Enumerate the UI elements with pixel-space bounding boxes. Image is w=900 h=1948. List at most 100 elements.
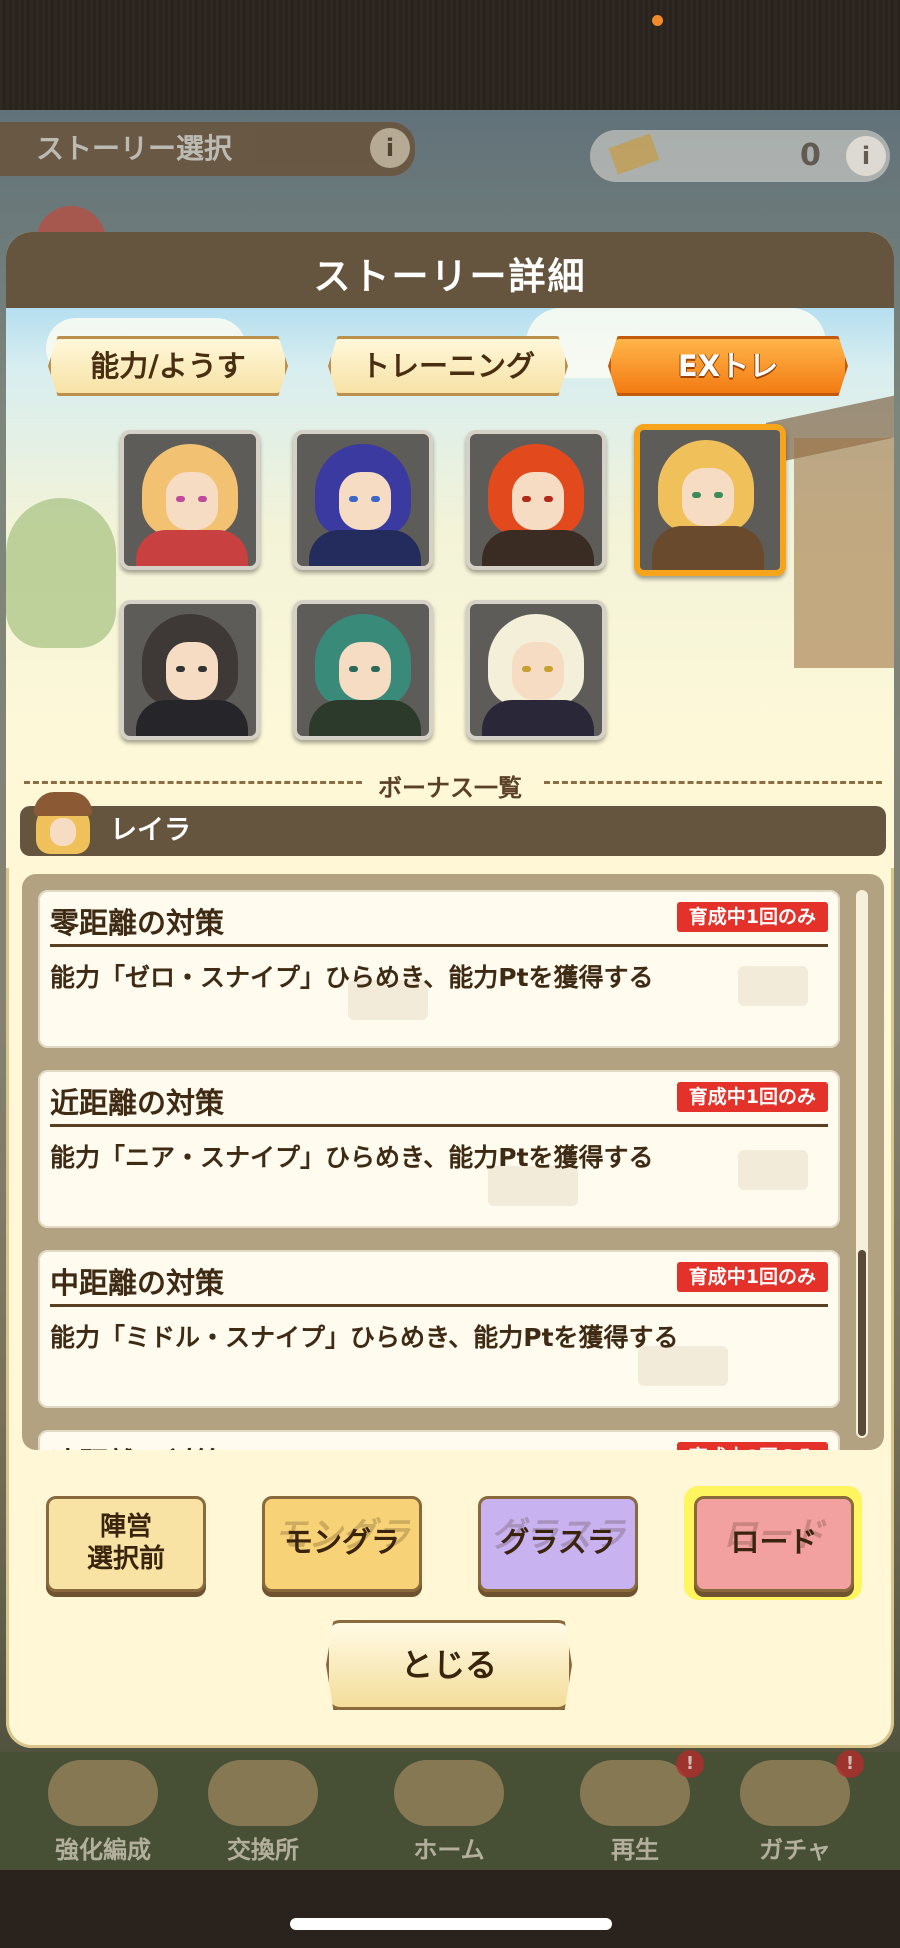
modal-header: ストーリー詳細 xyxy=(6,232,894,308)
bonus-card: 近距離の対策 育成中1回のみ 能力「ニア・スナイプ」ひらめき、能力Ptを獲得する xyxy=(38,1070,840,1228)
character-portrait-6[interactable] xyxy=(293,600,433,740)
bonus-card: 中距離の対策 育成中1回のみ 能力「ミドル・スナイプ」ひらめき、能力Ptを獲得す… xyxy=(38,1250,840,1408)
portrait-face xyxy=(512,472,564,530)
background-info-icon: i xyxy=(370,128,410,168)
exchange-icon xyxy=(208,1760,318,1826)
nav-label: ガチャ xyxy=(759,1836,831,1864)
portrait-eye xyxy=(176,666,185,672)
portrait-face xyxy=(339,472,391,530)
bonus-card: 零距離の対策 育成中1回のみ 能力「ゼロ・スナイプ」ひらめき、能力Ptを獲得する xyxy=(38,890,840,1048)
bonus-description: 能力「ミドル・スナイプ」ひらめき、能力Ptを獲得する xyxy=(50,1323,679,1352)
route-button-mongura[interactable]: モングラ モングラ xyxy=(262,1496,422,1592)
portrait-body xyxy=(652,526,764,570)
icon-face xyxy=(50,818,76,846)
portrait-face xyxy=(166,472,218,530)
portrait-eye xyxy=(349,666,358,672)
icon-hat xyxy=(34,792,92,816)
portrait-eye xyxy=(176,496,185,502)
portrait-eye xyxy=(544,496,553,502)
status-bar xyxy=(0,0,900,110)
notification-badge: ! xyxy=(836,1750,864,1778)
nav-item-enhance: 強化編成 xyxy=(38,1760,168,1864)
home-icon xyxy=(394,1760,504,1826)
card-divider xyxy=(50,944,828,947)
bonus-list[interactable]: 零距離の対策 育成中1回のみ 能力「ゼロ・スナイプ」ひらめき、能力Ptを獲得する… xyxy=(22,874,884,1450)
once-per-training-badge: 育成中1回のみ xyxy=(676,1262,828,1292)
portrait-eye xyxy=(198,666,207,672)
notification-badge: ! xyxy=(676,1750,704,1778)
card-divider xyxy=(50,1124,828,1127)
portrait-eye xyxy=(692,492,701,498)
portrait-face xyxy=(166,642,218,700)
portrait-eye xyxy=(349,496,358,502)
portrait-eye xyxy=(714,492,723,498)
portrait-body xyxy=(482,700,594,736)
barn-decoration xyxy=(794,438,894,668)
modal-title: ストーリー詳細 xyxy=(313,255,587,298)
route-label: ロード xyxy=(730,1525,818,1559)
bonus-title: 零距離の対策 xyxy=(50,906,225,940)
portrait-face xyxy=(512,642,564,700)
nav-label: 交換所 xyxy=(227,1836,299,1864)
gacha-icon xyxy=(740,1760,850,1826)
card-divider xyxy=(50,1304,828,1307)
enhance-icon xyxy=(48,1760,158,1826)
portrait-face xyxy=(682,468,734,526)
bonus-description: 能力「ニア・スナイプ」ひらめき、能力Ptを獲得する xyxy=(50,1143,654,1172)
character-portrait-3[interactable] xyxy=(466,430,606,570)
once-per-training-badge: 育成中1回のみ xyxy=(676,902,828,932)
scrollbar-thumb[interactable] xyxy=(858,1250,866,1436)
privacy-indicator-dot xyxy=(652,15,663,26)
nav-item-exchange: 交換所 xyxy=(198,1760,328,1864)
selected-character-name: レイラ xyxy=(110,815,191,846)
route-label: モングラ xyxy=(283,1525,400,1559)
card-texture xyxy=(738,1150,808,1190)
selected-character-icon xyxy=(30,792,96,858)
background-info-icon-2: i xyxy=(846,136,886,176)
home-indicator-area xyxy=(0,1870,900,1948)
portrait-body xyxy=(309,530,421,566)
portrait-face xyxy=(339,642,391,700)
route-label: グラスラ xyxy=(500,1525,616,1559)
close-button[interactable]: とじる xyxy=(326,1620,572,1710)
character-portrait-5[interactable] xyxy=(120,600,260,740)
once-per-training-badge: 育成中1回のみ xyxy=(676,1082,828,1112)
nav-label: 再生 xyxy=(611,1836,659,1864)
bonus-title: 中距離の対策 xyxy=(50,1266,225,1300)
bonus-description: 能力「ゼロ・スナイプ」ひらめき、能力Ptを獲得する xyxy=(50,963,654,992)
portrait-eye xyxy=(371,666,380,672)
portrait-body xyxy=(309,700,421,736)
once-per-training-badge: 育成中1回のみ xyxy=(676,1442,828,1450)
portrait-eye xyxy=(371,496,380,502)
bonus-title: 遠距離の対策 xyxy=(50,1440,224,1450)
route-button-road[interactable]: ロード ロード xyxy=(694,1496,854,1592)
portrait-eye xyxy=(198,496,207,502)
portrait-eye xyxy=(544,666,553,672)
card-texture xyxy=(738,966,808,1006)
background-story-select-title: ストーリー選択 xyxy=(0,122,415,176)
portrait-eye xyxy=(522,666,531,672)
character-portrait-1[interactable] xyxy=(120,430,260,570)
story-detail-modal: ストーリー詳細 能力/ようす トレーニング EXトレ ボーナス一覧 レイラ 零距… xyxy=(6,232,894,1748)
character-portrait-7[interactable] xyxy=(466,600,606,740)
bonus-list-header: ボーナス一覧 xyxy=(378,774,522,802)
character-portrait-2[interactable] xyxy=(293,430,433,570)
route-button-gurasura[interactable]: グラスラ グラスラ xyxy=(478,1496,638,1592)
portrait-body xyxy=(136,530,248,566)
portrait-eye xyxy=(522,496,531,502)
background-ticket-count: 0 xyxy=(800,138,821,173)
bonus-title: 近距離の対策 xyxy=(50,1086,225,1120)
tab-training[interactable]: トレーニング xyxy=(328,336,568,396)
tree-decoration xyxy=(6,498,116,648)
home-indicator[interactable] xyxy=(290,1918,612,1930)
route-button-pre-faction[interactable]: 陣営 選択前 xyxy=(46,1496,206,1592)
nav-label: ホーム xyxy=(413,1836,485,1864)
route-label: 陣営 選択前 xyxy=(86,1512,165,1574)
tab-ability-status[interactable]: 能力/ようす xyxy=(48,336,288,396)
nav-item-home: ホーム xyxy=(384,1760,514,1864)
tab-ex-training[interactable]: EXトレ xyxy=(608,336,848,396)
nav-label: 強化編成 xyxy=(55,1836,151,1864)
portrait-body xyxy=(136,700,248,736)
character-portrait-4-selected[interactable] xyxy=(634,424,786,576)
portrait-body xyxy=(482,530,594,566)
